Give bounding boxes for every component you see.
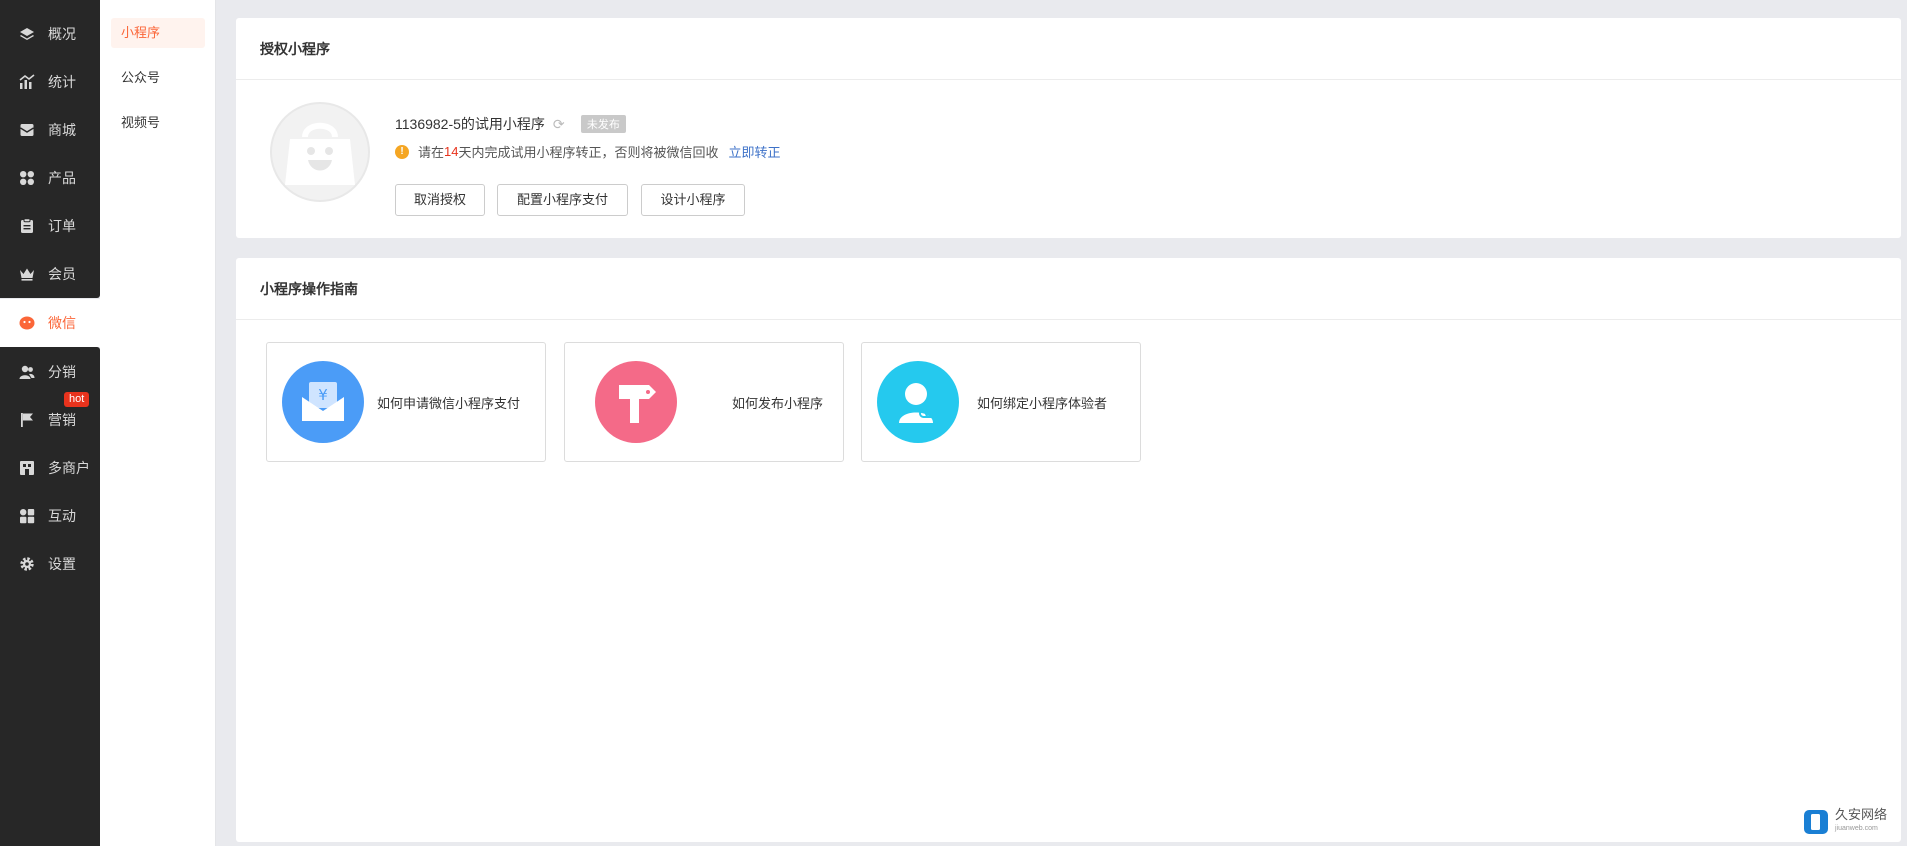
user-link-icon xyxy=(877,361,959,443)
warning-icon: ! xyxy=(395,144,409,159)
nav-label: 订单 xyxy=(48,218,76,234)
guide-label: 如何申请微信小程序支付 xyxy=(377,395,521,411)
miniprogram-avatar xyxy=(270,102,370,202)
nav-label: 概况 xyxy=(48,26,76,42)
layers-icon xyxy=(18,25,36,43)
auth-card-title: 授权小程序 xyxy=(236,18,1901,80)
nav-label: 互动 xyxy=(48,508,76,524)
crown-icon xyxy=(18,265,36,283)
nav-label: 设置 xyxy=(48,556,76,572)
refresh-icon[interactable]: ⟳ xyxy=(553,117,567,131)
wechat-icon xyxy=(18,314,36,332)
watermark-domain: jiuanweb.com xyxy=(1835,825,1878,832)
nav-item-members[interactable]: 会员 xyxy=(0,250,100,298)
nav-item-multi-merchant[interactable]: 多商户 xyxy=(0,444,100,492)
mail-icon xyxy=(18,121,36,139)
users-icon xyxy=(18,363,36,381)
nav-label: 营销 xyxy=(48,412,76,428)
svg-text:¥: ¥ xyxy=(318,386,328,404)
chart-icon xyxy=(18,73,36,91)
guide-label: 如何绑定小程序体验者 xyxy=(977,395,1108,411)
subnav-item-channels[interactable]: 视频号 xyxy=(111,108,205,138)
auth-card: 授权小程序 1136982-5的试用小程序 ⟳ 未发布 ! 请在 14 天内完成… xyxy=(236,18,1901,238)
nav-label: 产品 xyxy=(48,170,76,186)
nav-item-overview[interactable]: 概况 xyxy=(0,10,100,58)
guide-card-title: 小程序操作指南 xyxy=(236,258,1901,320)
guide-item-payment[interactable]: ¥ 如何申请微信小程序支付 xyxy=(266,342,546,462)
notice-days: 14 xyxy=(444,144,459,159)
convert-now-link[interactable]: 立即转正 xyxy=(729,142,781,161)
guide-item-publish[interactable]: 如何发布小程序 xyxy=(564,342,844,462)
nav-label: 多商户 xyxy=(48,460,90,476)
guide-card: 小程序操作指南 ¥ 如何申请微信小程序支付 如何发布小程序 如何绑定小程序体验者 xyxy=(236,258,1901,842)
apps-icon xyxy=(18,507,36,525)
nav-label: 微信 xyxy=(48,315,76,331)
hot-badge: hot xyxy=(64,392,90,407)
main-sidebar: 概况 统计 商城 产品 订单 会员 微信 分销 营销 多商户 互动 设置 hot xyxy=(0,0,100,846)
gear-icon xyxy=(18,555,36,573)
notice-prefix: 请在 xyxy=(418,145,445,160)
design-miniprogram-button[interactable]: 设计小程序 xyxy=(641,184,745,216)
store-icon xyxy=(18,459,36,477)
configure-payment-button[interactable]: 配置小程序支付 xyxy=(497,184,628,216)
payment-envelope-icon: ¥ xyxy=(282,361,364,443)
subnav-item-official-account[interactable]: 公众号 xyxy=(111,63,205,93)
nav-item-stats[interactable]: 统计 xyxy=(0,58,100,106)
watermark-name: 久安网络 xyxy=(1835,807,1888,822)
clipboard-icon xyxy=(18,217,36,235)
nav-label: 统计 xyxy=(48,74,76,90)
subnav-item-miniprogram[interactable]: 小程序 xyxy=(111,18,205,48)
cancel-authorization-button[interactable]: 取消授权 xyxy=(395,184,485,216)
status-badge: 未发布 xyxy=(580,115,626,133)
miniprogram-name-row: 1136982-5的试用小程序 ⟳ 未发布 xyxy=(395,114,626,134)
nav-label: 商城 xyxy=(48,122,76,138)
flag-icon xyxy=(18,411,36,429)
grid-icon xyxy=(18,169,36,187)
watermark: 久安网络 jiuanweb.com xyxy=(1803,808,1887,836)
nav-item-shop[interactable]: 商城 xyxy=(0,106,100,154)
nav-item-wechat[interactable]: 微信 xyxy=(0,299,100,347)
nav-item-interaction[interactable]: 互动 xyxy=(0,492,100,540)
sub-sidebar: 小程序 公众号 视频号 xyxy=(100,0,216,846)
guide-label: 如何发布小程序 xyxy=(732,395,824,411)
miniprogram-name: 1136982-5的试用小程序 xyxy=(395,116,545,132)
nav-label: 会员 xyxy=(48,266,76,282)
guide-item-bind-tester[interactable]: 如何绑定小程序体验者 xyxy=(861,342,1141,462)
nav-item-orders[interactable]: 订单 xyxy=(0,202,100,250)
nav-item-distribution[interactable]: 分销 xyxy=(0,348,100,396)
trial-notice: ! 请在 14 天内完成试用小程序转正，否则将被微信回收 立即转正 xyxy=(395,142,781,161)
nav-item-settings[interactable]: 设置 xyxy=(0,540,100,588)
nav-item-products[interactable]: 产品 xyxy=(0,154,100,202)
nav-label: 分销 xyxy=(48,364,76,380)
notice-suffix: 天内完成试用小程序转正，否则将被微信回收 xyxy=(458,145,719,160)
shopping-bag-icon xyxy=(285,122,355,185)
signpost-icon xyxy=(595,361,677,443)
watermark-logo-icon xyxy=(1804,810,1828,834)
